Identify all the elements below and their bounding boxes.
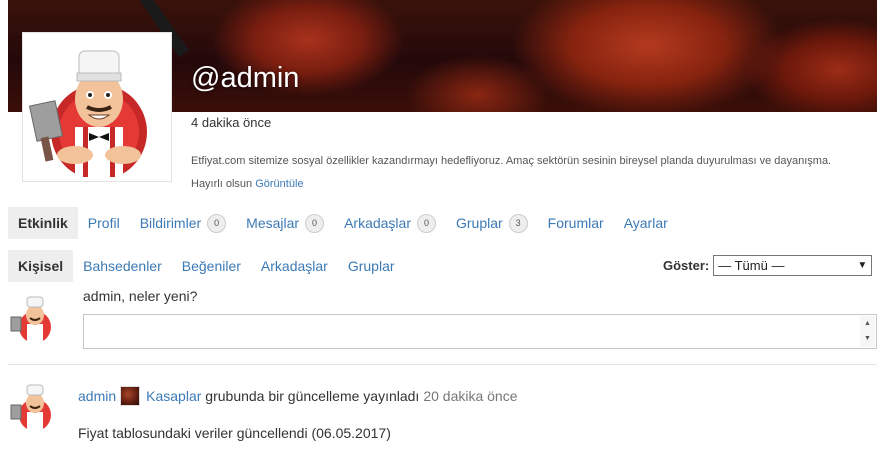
whats-new-textarea[interactable]: ▲ ▼	[83, 314, 877, 349]
tab-label: Etkinlik	[18, 215, 68, 231]
butcher-avatar-icon	[10, 296, 51, 343]
activity-sub-nav: Kişisel Bahsedenler Beğeniler Arkadaşlar…	[8, 250, 405, 282]
activity-filter: Göster: — Tümü — ▼	[663, 255, 873, 276]
tab-profil[interactable]: Profil	[78, 207, 130, 239]
subtab-bahsedenler[interactable]: Bahsedenler	[73, 250, 172, 282]
activity-user-link[interactable]: admin	[78, 388, 116, 404]
tab-label: Forumlar	[547, 215, 604, 231]
tab-arkadaslar[interactable]: Arkadaşlar 0	[334, 207, 446, 239]
profile-username: @admin	[191, 62, 300, 94]
subtab-begeniler[interactable]: Beğeniler	[172, 250, 251, 282]
post-form-avatar[interactable]	[8, 291, 60, 343]
profile-avatar[interactable]	[22, 32, 172, 182]
tab-ayarlar[interactable]: Ayarlar	[614, 207, 678, 239]
subtab-label: Bahsedenler	[83, 258, 162, 274]
tab-label: Mesajlar	[246, 215, 300, 231]
divider	[8, 364, 877, 365]
chevron-down-icon: ▼	[857, 260, 868, 271]
tab-gruplar[interactable]: Gruplar 3	[446, 207, 538, 239]
post-form-prompt: admin, neler yeni?	[83, 288, 198, 304]
subtab-label: Arkadaşlar	[260, 258, 328, 274]
butcher-avatar-icon	[28, 50, 147, 177]
filter-select[interactable]: — Tümü — ▼	[713, 255, 873, 276]
tab-label: Gruplar	[455, 215, 503, 231]
subtab-label: Gruplar	[347, 258, 395, 274]
count-badge: 3	[508, 213, 528, 233]
bio-view-link[interactable]: Görüntüle	[255, 178, 303, 190]
group-avatar[interactable]	[120, 386, 141, 406]
subtab-arkadaslar[interactable]: Arkadaşlar	[251, 250, 338, 282]
main-nav: Etkinlik Profil Bildirimler 0 Mesajlar 0 A…	[8, 207, 678, 239]
last-active-time: 4 dakika önce	[191, 115, 272, 130]
tab-label: Arkadaşlar	[344, 215, 411, 231]
tab-forumlar[interactable]: Forumlar	[538, 207, 614, 239]
count-badge: 0	[416, 213, 436, 233]
filter-label: Göster:	[663, 258, 710, 273]
activity-action: grubunda bir güncelleme yayınladı	[205, 388, 420, 404]
scroll-down-icon[interactable]: ▼	[860, 331, 875, 346]
tab-bildirimler[interactable]: Bildirimler 0	[130, 207, 236, 239]
textarea-scrollbar[interactable]: ▲ ▼	[860, 316, 875, 347]
count-badge: 0	[305, 213, 325, 233]
subtab-kisisel[interactable]: Kişisel	[8, 250, 74, 282]
activity-header: admin Kasaplar grubunda bir güncelleme y…	[78, 386, 518, 406]
count-badge: 0	[207, 213, 227, 233]
subtab-label: Beğeniler	[181, 258, 241, 274]
butcher-avatar-icon	[10, 384, 51, 431]
tab-mesajlar[interactable]: Mesajlar 0	[236, 207, 334, 239]
tab-label: Bildirimler	[139, 215, 202, 231]
subtab-label: Kişisel	[18, 258, 64, 274]
tab-etkinlik[interactable]: Etkinlik	[8, 207, 78, 239]
activity-group-link[interactable]: Kasaplar	[146, 388, 201, 404]
profile-bio: Etfiyat.com sitemize sosyal özellikler k…	[191, 150, 841, 196]
subtab-gruplar[interactable]: Gruplar	[338, 250, 405, 282]
scroll-up-icon[interactable]: ▲	[860, 316, 875, 331]
tab-label: Profil	[87, 215, 120, 231]
activity-content: Fiyat tablosundaki veriler güncellendi (…	[78, 425, 391, 441]
activity-avatar[interactable]	[8, 379, 60, 431]
tab-label: Ayarlar	[623, 215, 668, 231]
filter-selected-value: — Tümü —	[718, 258, 785, 273]
activity-time[interactable]: 20 dakika önce	[423, 388, 517, 404]
